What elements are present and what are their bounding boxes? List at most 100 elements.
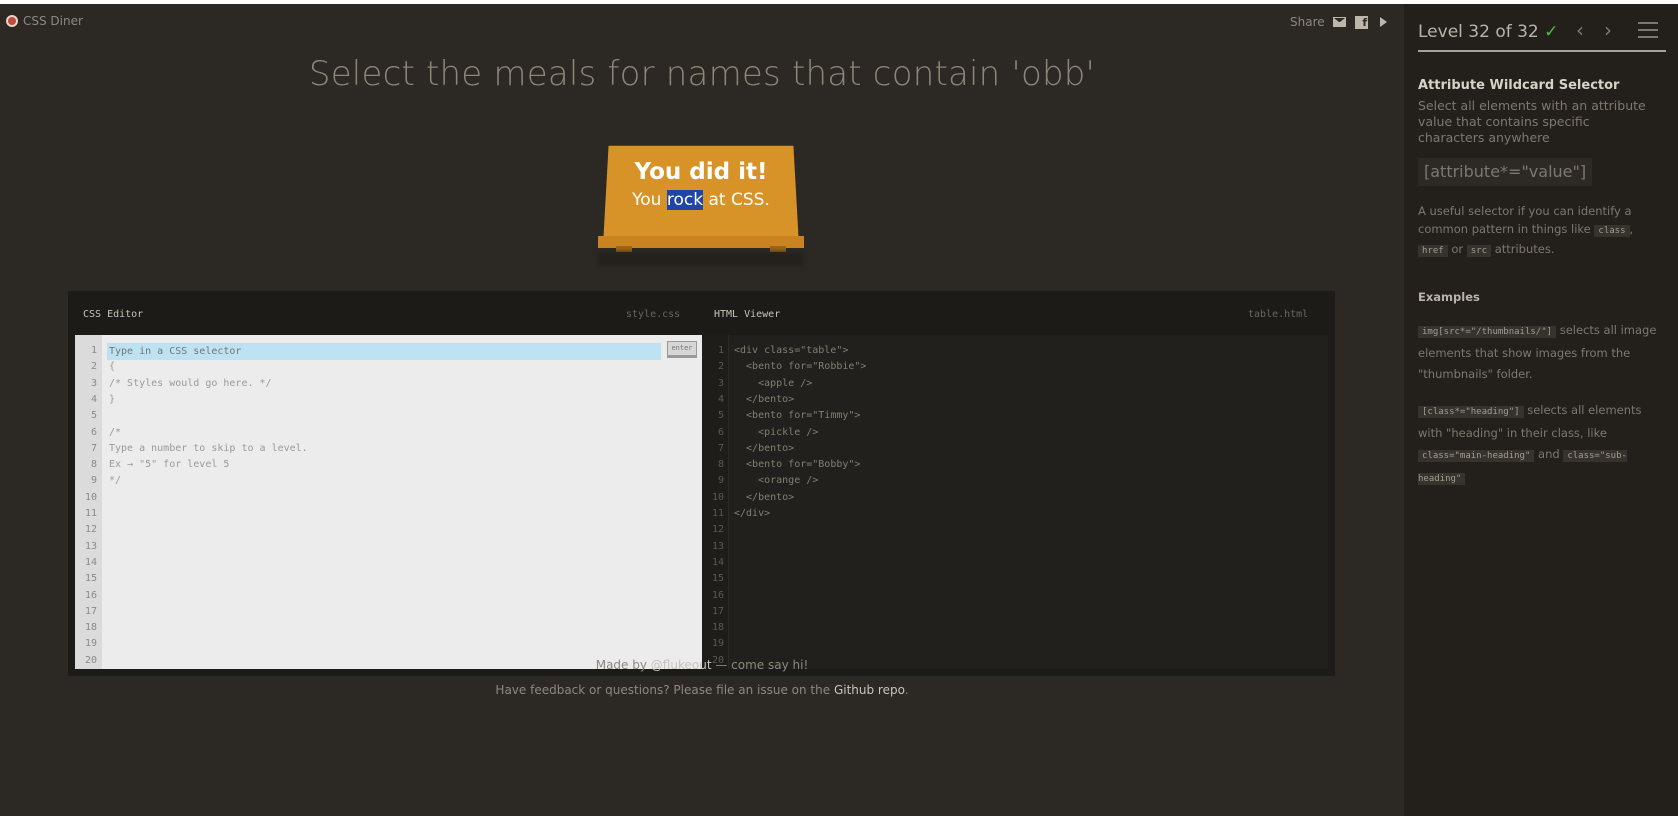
table-shadow (598, 252, 804, 266)
sidebar: Level 32 of 32 ✓ ‹ › Attribute Wildcard … (1404, 4, 1678, 816)
line-number: 15 (711, 573, 724, 585)
html-code-line: </div> (734, 508, 771, 519)
menu-icon[interactable] (1638, 22, 1658, 38)
author-link[interactable]: @flukeout (651, 658, 712, 672)
line-number: 17 (711, 605, 724, 617)
main-area: CSS Diner Share f Select the meals for n… (0, 4, 1404, 816)
share-bar: Share f (1290, 15, 1391, 29)
html-code-line: <bento for="Bobby"> (734, 459, 861, 471)
success-heading: You did it! (634, 159, 768, 185)
css-selector-input[interactable] (107, 343, 661, 360)
selector-description: Select all elements with an attribute va… (1418, 98, 1646, 145)
line-number: 4 (90, 393, 97, 405)
app-window: CSS Diner Share f Select the meals for n… (0, 4, 1678, 816)
line-number: 17 (84, 605, 97, 617)
level-progress-fill (1418, 50, 1666, 52)
twitter-icon[interactable] (1377, 16, 1391, 28)
css-editor-title: CSS Editor (83, 309, 144, 320)
line-number: 16 (711, 589, 724, 601)
line-number: 13 (84, 540, 97, 552)
line-number: 2 (717, 361, 724, 373)
check-icon: ✓ (1544, 22, 1559, 42)
facebook-icon[interactable]: f (1355, 15, 1369, 29)
line-number: 7 (90, 442, 97, 454)
line-number: 4 (717, 393, 724, 405)
brand[interactable]: CSS Diner (6, 14, 83, 28)
line-number: 9 (717, 475, 724, 487)
chevron-right-icon[interactable]: › (1604, 18, 1612, 42)
github-repo-link[interactable]: Github repo (834, 683, 905, 697)
html-code-line: <bento for="Robbie"> (734, 361, 867, 373)
line-number: 11 (711, 508, 724, 519)
line-number: 9 (90, 475, 97, 487)
html-viewer: 1 2 3 4 5 6 7 8 9 10 11 12 13 14 15 16 17 18 19 20 <div cla… (702, 335, 1328, 669)
css-code-line: } (109, 393, 116, 405)
footer-credit: Made by @flukeout — come say hi! (595, 658, 809, 672)
line-number: 13 (711, 540, 724, 552)
selector-title: Attribute Wildcard Selector (1418, 78, 1620, 93)
line-number: 1 (717, 345, 724, 356)
line-number: 18 (711, 622, 724, 634)
html-viewer-header: HTML Viewer table.html (702, 291, 1335, 335)
line-number: 12 (84, 524, 97, 536)
editor-panel: CSS Editor style.css HTML Viewer table.h… (68, 291, 1335, 676)
line-number: 2 (90, 361, 97, 373)
html-viewer-title: HTML Viewer (714, 309, 781, 320)
html-code-line: </bento> (734, 491, 795, 503)
line-number: 10 (711, 491, 724, 503)
success-message: You did it! You rock at CSS. (598, 156, 804, 212)
line-number: 7 (717, 442, 724, 454)
css-code-line: /* Styles would go here. */ (109, 377, 272, 389)
share-label: Share (1290, 15, 1325, 29)
line-number: 8 (717, 459, 724, 471)
dining-table: You did it! You rock at CSS. (598, 144, 804, 252)
selected-text: rock (666, 190, 704, 210)
html-code-line: </bento> (734, 442, 795, 454)
css-code-line: Type a number to skip to a level. (109, 442, 308, 454)
html-filename: table.html (1248, 309, 1309, 320)
line-number: 3 (90, 377, 97, 389)
css-line-numbers: 1 2 3 4 5 6 7 8 9 10 11 12 13 14 15 16 17 18 19 20 (75, 335, 102, 669)
html-code-line: <apple /> (734, 377, 813, 389)
chevron-left-icon[interactable]: ‹ (1576, 18, 1584, 42)
line-number: 6 (90, 426, 97, 438)
line-number: 5 (717, 410, 724, 422)
selector-syntax: [attribute*="value"] (1418, 158, 1593, 186)
success-subtext: You rock at CSS. (632, 190, 770, 210)
line-number: 1 (90, 345, 97, 356)
line-number: 14 (84, 556, 97, 568)
css-code-line: Ex → "5" for level 5 (109, 459, 230, 471)
example-2: [class*="heading"] selects all elements … (1418, 403, 1642, 485)
level-indicator[interactable]: Level 32 of 32 ✓ (1418, 22, 1558, 42)
line-number: 19 (711, 638, 724, 650)
enter-button[interactable]: enter (667, 341, 697, 358)
html-code-line: <pickle /> (734, 426, 819, 438)
html-code-line: <orange /> (734, 475, 819, 487)
line-number: 12 (711, 524, 724, 536)
line-number: 16 (84, 589, 97, 601)
line-number: 14 (711, 556, 724, 568)
line-number: 6 (717, 426, 724, 438)
line-number: 10 (84, 491, 97, 503)
level-instruction: Select the meals for names that contain … (308, 54, 1096, 94)
css-filename: style.css (626, 309, 681, 320)
css-editor: 1234567891011121314151617181920 enter {/… (75, 335, 702, 669)
logo-icon (6, 15, 18, 27)
footer-feedback: Have feedback or questions? Please file … (495, 683, 909, 697)
example-1: img[src*="/thumbnails/"] selects all ima… (1418, 323, 1657, 381)
line-number: 3 (717, 377, 724, 389)
selector-hint: A useful selector if you can identify a … (1418, 204, 1634, 257)
line-number: 19 (84, 638, 97, 650)
html-line-numbers: 1 2 3 4 5 6 7 8 9 10 11 12 13 14 15 16 17 18 19 20 (702, 335, 729, 669)
css-code-line: /* (109, 426, 122, 438)
line-number: 5 (90, 410, 97, 422)
line-number: 8 (90, 459, 97, 471)
css-code-line: { (109, 361, 116, 373)
line-number: 18 (84, 622, 97, 634)
line-number: 11 (84, 508, 97, 519)
css-editor-header: CSS Editor style.css (68, 291, 702, 335)
html-code-line: </bento> (734, 393, 795, 405)
app-name: CSS Diner (23, 14, 83, 28)
mail-icon[interactable] (1333, 16, 1347, 28)
line-number: 15 (84, 573, 97, 585)
